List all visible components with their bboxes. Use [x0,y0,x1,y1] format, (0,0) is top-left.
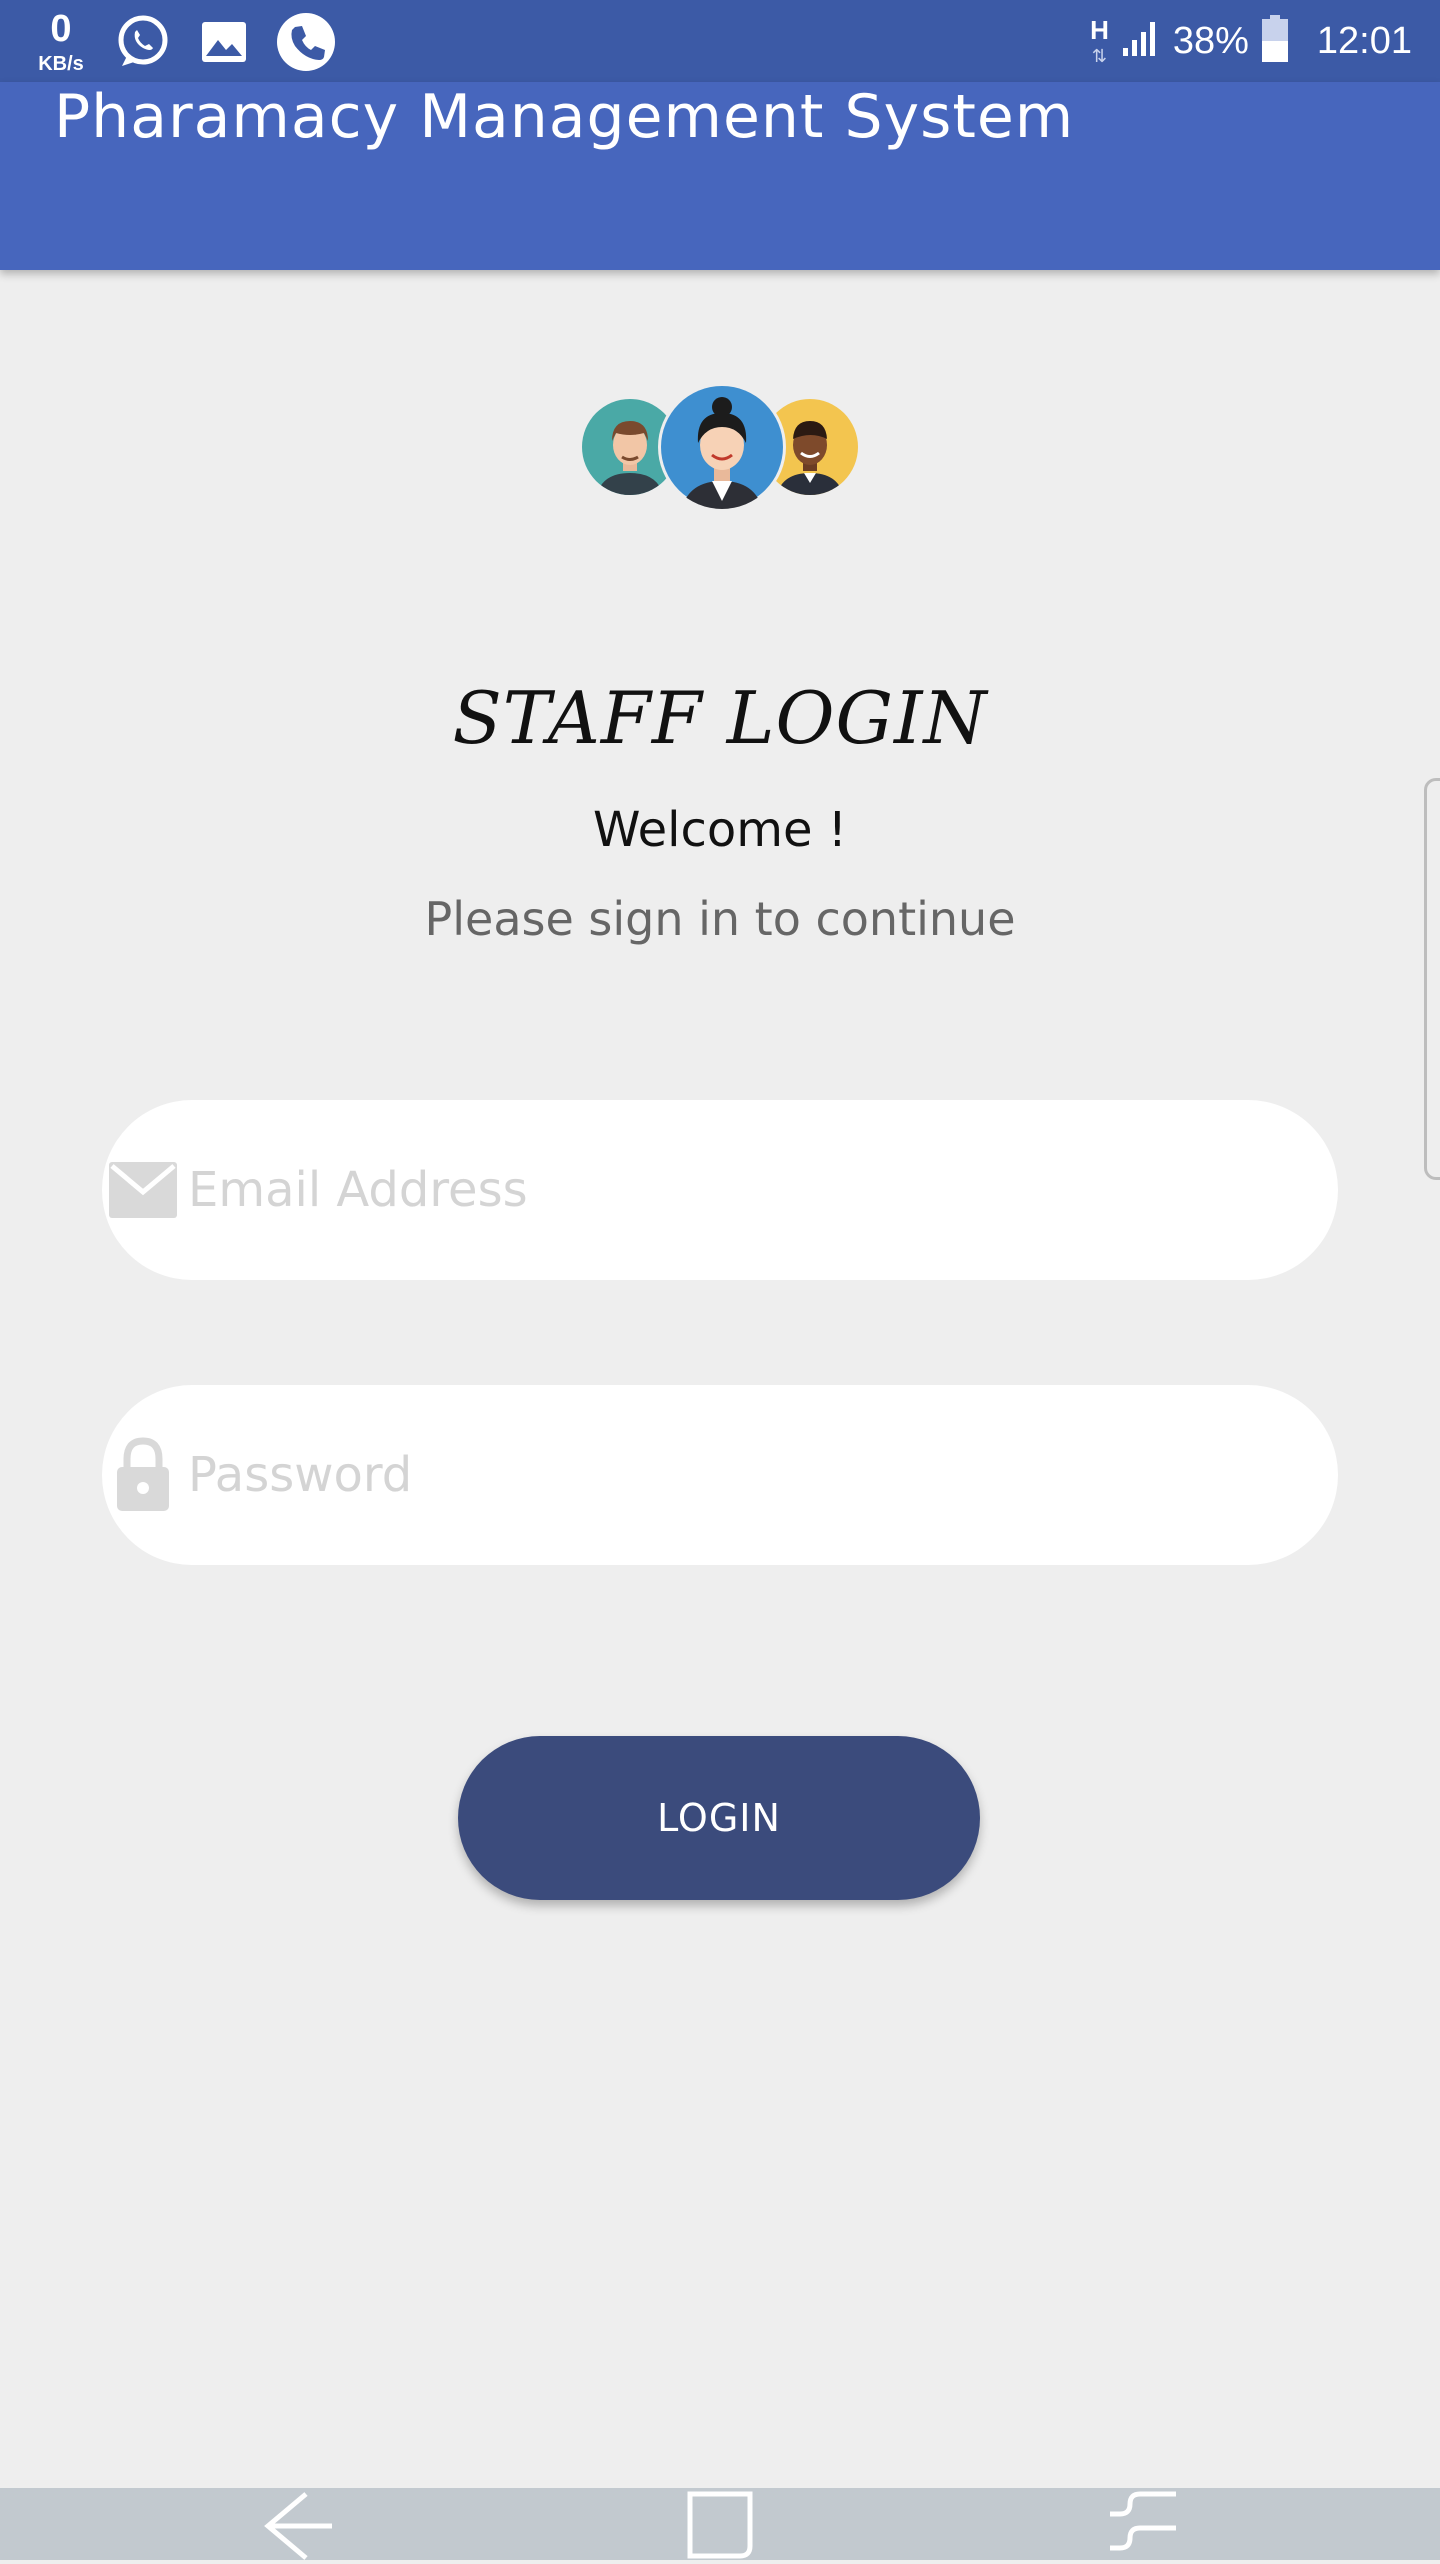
network-type-icon: H ⇅ [1090,15,1109,67]
navigation-bar [0,2488,1440,2560]
phone-icon [276,12,336,76]
welcome-text: Welcome ! [592,802,848,858]
status-indicators: H ⇅ 38% 12:01 [1090,0,1412,82]
envelope-icon [108,1155,178,1225]
network-speed-value: 0 [50,8,72,50]
login-heading: STAFF LOGIN [452,676,988,760]
battery-percentage: 38% [1172,19,1249,62]
app-bar: Pharamacy Management System [0,82,1440,270]
email-input[interactable] [186,1161,1290,1219]
app-title: Pharamacy Management System [54,82,1075,152]
image-icon [200,20,248,68]
sign-in-subtitle: Please sign in to continue [424,892,1016,946]
clock: 12:01 [1316,19,1412,62]
password-input[interactable] [186,1446,1290,1504]
login-button[interactable]: LOGIN [458,1736,980,1900]
battery-icon [1261,15,1289,67]
back-icon[interactable] [256,2488,342,2564]
scroll-handle[interactable] [1424,778,1440,1180]
staff-avatars [582,383,858,511]
whatsapp-icon [114,12,172,74]
status-bar: 0 KB/s H ⇅ 38% 12:01 [0,0,1440,82]
home-icon[interactable] [680,2488,760,2564]
recents-icon[interactable] [1100,2488,1186,2564]
password-field-container[interactable] [102,1385,1338,1565]
network-speed-unit: KB/s [38,53,84,75]
network-type-label: H [1090,15,1109,45]
email-field-container[interactable] [102,1100,1338,1280]
network-speed-indicator: 0 KB/s [30,8,92,76]
female-staff-avatar [658,383,786,511]
signal-icon [1121,20,1161,62]
lock-icon [108,1437,178,1511]
